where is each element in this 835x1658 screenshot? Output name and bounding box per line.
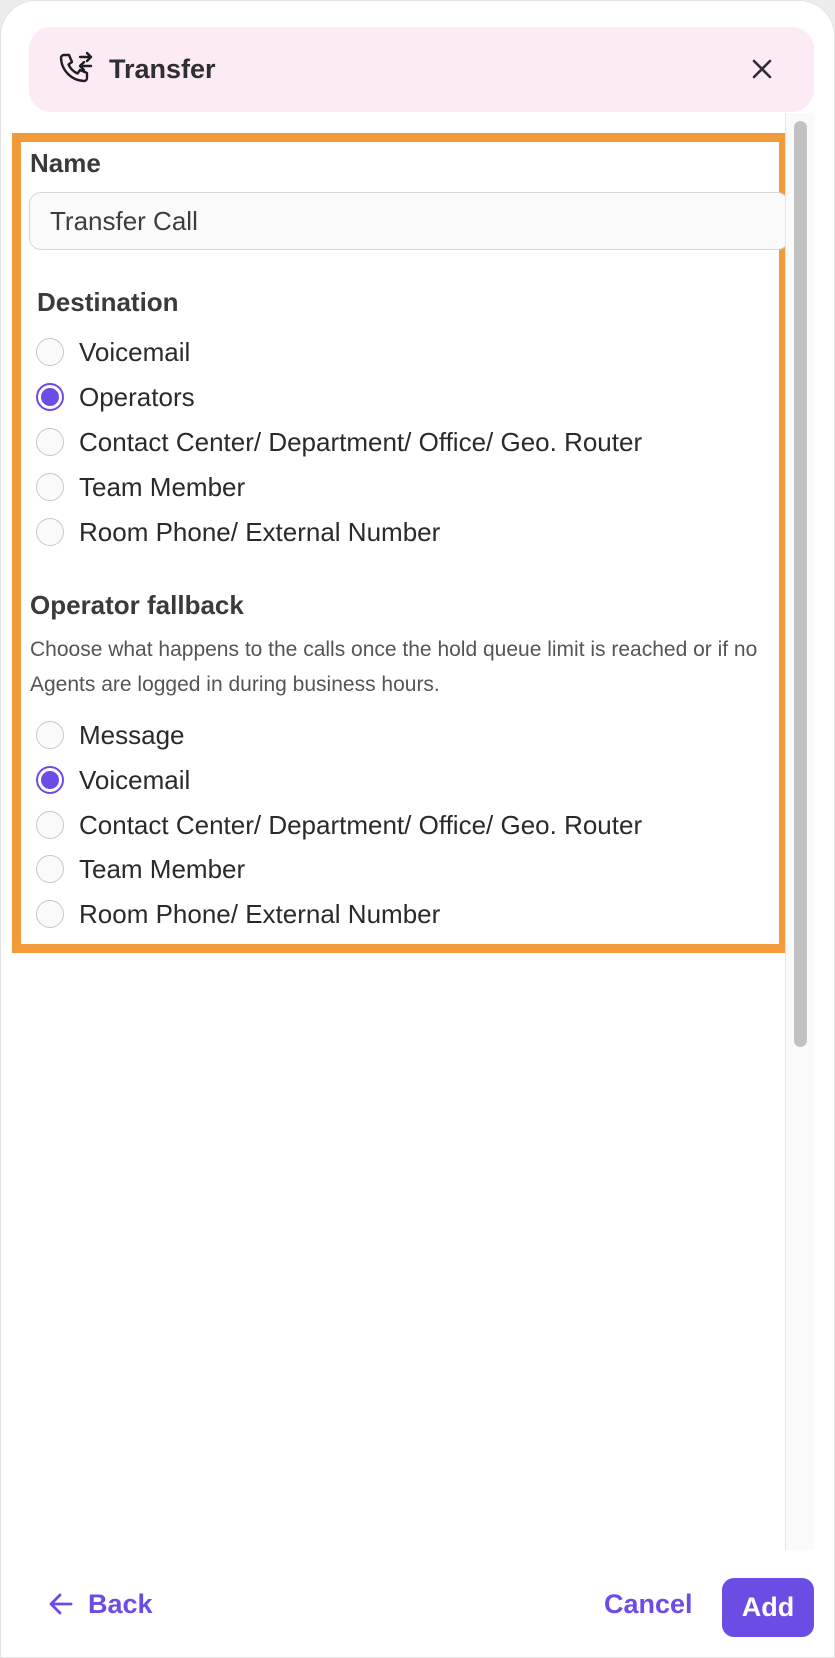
- destination-option-contact-center[interactable]: Contact Center/ Department/ Office/ Geo.…: [36, 424, 642, 460]
- radio-button-selected[interactable]: [36, 766, 64, 794]
- arrow-left-icon: [49, 1593, 73, 1615]
- radio-label: Contact Center/ Department/ Office/ Geo.…: [79, 809, 643, 840]
- radio-button-selected[interactable]: [36, 383, 64, 411]
- radio-label: Message: [79, 719, 185, 750]
- back-button-label: Back: [88, 1588, 153, 1619]
- dialog-footer: Back Cancel Add: [0, 1550, 835, 1658]
- name-label: Name: [30, 148, 101, 178]
- operator-fallback-description: Choose what happens to the calls once th…: [30, 638, 758, 696]
- destination-title: Destination: [37, 287, 179, 317]
- fallback-option-message[interactable]: Message: [36, 717, 185, 753]
- destination-option-operators[interactable]: Operators: [36, 379, 195, 415]
- scrollbar-track[interactable]: [785, 113, 814, 1550]
- close-button[interactable]: [742, 49, 782, 89]
- destination-option-team-member[interactable]: Team Member: [36, 469, 245, 505]
- radio-button[interactable]: [36, 900, 64, 928]
- radio-button[interactable]: [36, 721, 64, 749]
- dialog-body: Name Destination Voicemail Operators Con…: [0, 120, 785, 1550]
- name-input[interactable]: [29, 192, 785, 250]
- add-button[interactable]: Add: [722, 1578, 814, 1637]
- back-button[interactable]: Back: [48, 1576, 153, 1632]
- fallback-option-team-member[interactable]: Team Member: [36, 851, 245, 887]
- radio-button[interactable]: [36, 338, 64, 366]
- dialog-title: Transfer: [109, 54, 216, 84]
- radio-label: Team Member: [79, 853, 246, 884]
- radio-label: Operators: [79, 381, 195, 412]
- cancel-button[interactable]: Cancel: [604, 1576, 693, 1632]
- radio-label: Voicemail: [79, 764, 191, 795]
- dialog-header: Transfer: [29, 27, 814, 112]
- radio-button[interactable]: [36, 473, 64, 501]
- operator-fallback-title: Operator fallback: [30, 590, 244, 620]
- radio-label: Voicemail: [79, 336, 191, 367]
- destination-option-room-phone[interactable]: Room Phone/ External Number: [36, 514, 440, 550]
- radio-label: Room Phone/ External Number: [79, 516, 441, 547]
- fallback-option-room-phone[interactable]: Room Phone/ External Number: [36, 896, 440, 932]
- add-button-label: Add: [741, 1592, 795, 1622]
- radio-label: Room Phone/ External Number: [79, 898, 441, 929]
- phone-transfer-icon: [56, 49, 98, 91]
- fallback-option-contact-center[interactable]: Contact Center/ Department/ Office/ Geo.…: [36, 807, 642, 843]
- radio-label: Team Member: [79, 471, 246, 502]
- transfer-dialog: Transfer Name Destination Voicemail Oper…: [0, 0, 835, 1658]
- scrollbar-thumb[interactable]: [794, 121, 807, 1047]
- fallback-option-voicemail[interactable]: Voicemail: [36, 762, 190, 798]
- radio-button[interactable]: [36, 428, 64, 456]
- radio-button[interactable]: [36, 855, 64, 883]
- destination-option-voicemail[interactable]: Voicemail: [36, 334, 190, 370]
- cancel-button-label: Cancel: [604, 1588, 693, 1619]
- radio-button[interactable]: [36, 811, 64, 839]
- radio-label: Contact Center/ Department/ Office/ Geo.…: [79, 426, 643, 457]
- radio-button[interactable]: [36, 518, 64, 546]
- close-icon: [752, 59, 772, 79]
